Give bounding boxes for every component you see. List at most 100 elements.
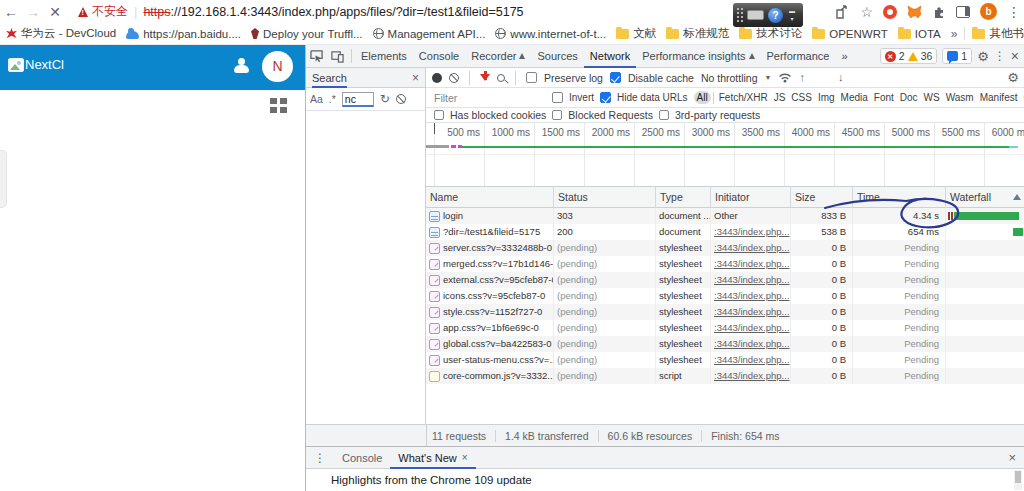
bookmark-folder-iota[interactable]: IOTA [898,28,941,40]
chip-font[interactable]: Font [871,91,897,104]
throttling-select[interactable]: No throttling [701,72,758,84]
request-row[interactable]: server.css?v=3332488b-0 (pending) styles… [426,240,1024,256]
request-row[interactable]: merged.css?v=17b1d146-0 (pending) styles… [426,256,1024,272]
nextcloud-logo[interactable]: NextCl [8,57,64,72]
tab-sources[interactable]: Sources [531,45,583,68]
request-row[interactable]: external.css?v=95cfeb87-0 (pending) styl… [426,272,1024,288]
sidebar-handle[interactable] [0,150,7,208]
refresh-icon[interactable]: ↻ [380,92,390,106]
chip-media[interactable]: Media [838,91,871,104]
tab-network[interactable]: Network [584,45,636,68]
issues-badge[interactable]: 1 [942,48,972,64]
tab-performance[interactable]: Performance [761,45,836,68]
address-bar[interactable]: https://192.168.1.4:3443/index.php/apps/… [143,5,523,19]
bookmark-folder-openwrt[interactable]: OPENWRT [812,28,888,40]
profile-avatar[interactable]: b [980,3,997,20]
invert-checkbox[interactable] [552,92,563,103]
inspect-icon[interactable] [310,50,323,63]
clear-network-log-icon[interactable] [449,73,459,83]
share-icon[interactable] [835,5,850,19]
metamask-icon[interactable] [907,5,922,19]
bookmark-iot[interactable]: www.internet-of-t... [495,28,606,40]
preserve-log-checkbox[interactable] [526,72,537,83]
request-row[interactable]: icons.css?v=95cfeb87-0 (pending) stylesh… [426,288,1024,304]
devtools-menu-icon[interactable]: ⋮ [994,49,1006,63]
network-conditions-icon[interactable] [778,72,792,83]
blocked-requests-checkbox[interactable] [552,110,562,120]
column-type[interactable]: Type [656,187,711,208]
chip-wasm[interactable]: Wasm [943,91,977,104]
request-row[interactable]: user-status-menu.css?v=... (pending) sty… [426,352,1024,368]
security-indicator[interactable]: 不安全 | [78,3,143,20]
request-row[interactable]: app.css?v=1bf6e69c-0 (pending) styleshee… [426,320,1024,336]
column-size[interactable]: Size [791,187,853,208]
chip-fetch-xhr[interactable]: Fetch/XHR [716,91,771,104]
back-button[interactable]: ← [0,4,22,20]
disable-cache-checkbox[interactable] [610,72,621,83]
bookmark-folder-tech[interactable]: 技术讨论 [739,26,802,41]
extensions-puzzle-icon[interactable] [932,5,946,19]
bookmark-truffle[interactable]: Deploy your Truffl... [251,28,363,40]
chip-all[interactable]: All [694,91,711,104]
tab-recorder[interactable]: Recorder [465,45,531,68]
drawer-menu-icon[interactable]: ⋮ [314,451,326,465]
request-row[interactable]: core-common.js?v=3332... (pending) scrip… [426,368,1024,384]
ime-minimize-icon[interactable]: ▬▾ [789,8,795,22]
bookmark-huawei[interactable]: 华为云 - DevCloud [6,26,116,41]
drawer-close-icon[interactable]: × [1008,450,1024,465]
drawer-tab-whats-new[interactable]: What's New× [390,447,475,469]
has-blocked-cookies-checkbox[interactable] [434,110,444,120]
more-tabs-chevron[interactable]: » [835,45,853,68]
chip-css[interactable]: CSS [788,91,815,104]
request-row[interactable]: ?dir=/test1&fileid=5175 200 document :34… [426,224,1024,240]
other-bookmarks[interactable]: 其他书签 [972,26,1024,41]
regex-button[interactable]: .* [329,93,336,105]
request-row[interactable]: global.css?v=ba422583-0 (pending) styles… [426,336,1024,352]
match-case-button[interactable]: Aa [310,93,323,105]
record-button[interactable] [432,73,442,83]
extension-red-icon[interactable] [883,5,897,19]
bookmarks-overflow-chevron[interactable]: » [951,27,958,41]
filter-icon[interactable] [480,74,490,81]
stop-button[interactable]: ✕ [44,4,66,20]
chip-ws[interactable]: WS [921,91,943,104]
ime-drag-handle[interactable] [736,7,743,23]
search-input[interactable] [342,92,374,107]
column-initiator[interactable]: Initiator [711,187,791,208]
bookmark-folder-docs[interactable]: 文献 [616,26,656,41]
clear-icon[interactable] [396,94,406,104]
search-close-icon[interactable]: × [412,71,419,85]
ime-help-icon[interactable]: ? [768,8,783,23]
tab-elements[interactable]: Elements [355,45,413,68]
import-har-icon[interactable]: ↑ [799,72,805,83]
export-har-icon[interactable]: ↓ [838,72,844,83]
contacts-icon[interactable] [232,58,250,76]
chip-doc[interactable]: Doc [897,91,921,104]
ime-keyboard-icon[interactable] [747,10,764,20]
devtools-close-icon[interactable]: × [1011,48,1019,64]
side-panel-icon[interactable] [956,6,970,18]
column-time[interactable]: Time [853,187,946,208]
third-party-requests-checkbox[interactable] [659,110,669,120]
apps-grid-icon[interactable] [270,98,287,114]
network-filter-input[interactable] [434,92,546,104]
tab-performance-insights[interactable]: Performance insights [636,45,760,68]
column-name[interactable]: Name [426,187,554,208]
drawer-tab-console[interactable]: Console [334,447,390,469]
bookmark-star-icon[interactable]: ☆ [860,5,873,19]
user-avatar[interactable]: N [262,51,293,82]
network-timeline-overview[interactable]: 500 ms 1000 ms 1500 ms 2000 ms 2500 ms 3… [426,123,1024,187]
bookmark-folder-standards[interactable]: 标准规范 [666,26,729,41]
chip-other[interactable]: Other [1020,91,1024,104]
tab-console[interactable]: Console [413,45,465,68]
drawer-scrollbar[interactable] [1014,470,1022,490]
chip-manifest[interactable]: Manifest [977,91,1021,104]
errors-warnings-badge[interactable]: ✕ 2 36 [880,48,938,64]
bookmark-management-api[interactable]: Management API... [373,28,486,40]
bookmark-baidu[interactable]: https://pan.baidu.... [126,28,241,40]
column-status[interactable]: Status [554,187,656,208]
request-row[interactable]: style.css?v=1152f727-0 (pending) stylesh… [426,304,1024,320]
tab-close-icon[interactable]: × [462,447,468,469]
forward-button[interactable]: → [22,4,44,20]
network-settings-gear-icon[interactable]: ⚙ [1007,70,1019,85]
